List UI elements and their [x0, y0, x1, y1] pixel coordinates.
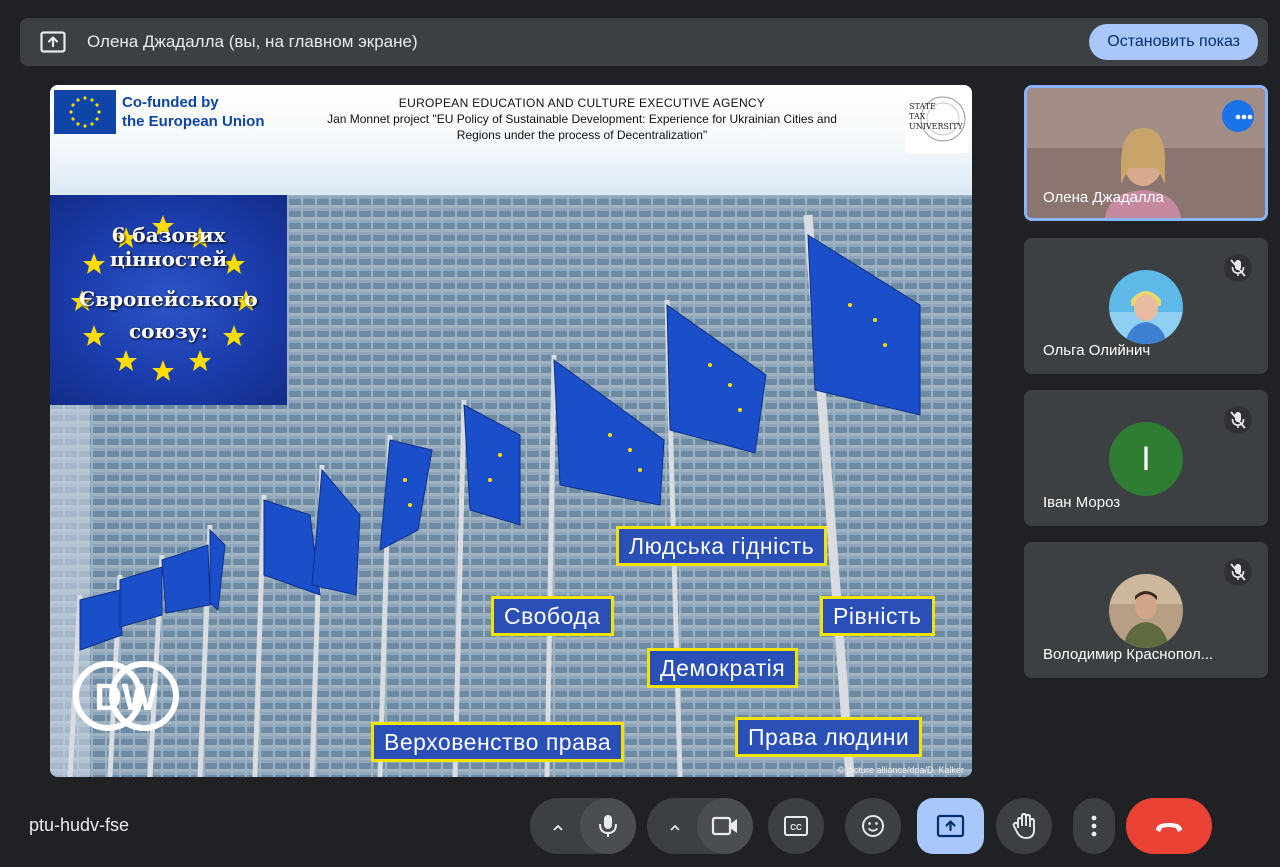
photo-credit: © picture alliance/dpa/D. Kalker	[837, 765, 964, 775]
raise-hand-icon	[1012, 813, 1035, 839]
eu-flag-logo	[54, 90, 116, 134]
values-title-line1: 6 базових цінностей	[109, 223, 228, 271]
present-button[interactable]	[917, 798, 984, 854]
value-dignity: Людська гідність	[616, 526, 828, 566]
more-vert-icon	[1091, 815, 1097, 837]
present-to-all-icon	[936, 814, 965, 838]
avatar	[1109, 574, 1183, 648]
presenting-banner: Олена Джадалла (вы, на главном экране) О…	[20, 18, 1268, 66]
mic-off-icon	[1224, 254, 1252, 282]
participant-more-button[interactable]	[1222, 100, 1254, 132]
call-end-icon	[1156, 823, 1182, 832]
mic-button[interactable]	[580, 798, 636, 854]
participant-tile[interactable]: Володимир Краснопол...	[1024, 542, 1268, 678]
eu-text-line2: the European Union	[122, 113, 265, 130]
chevron-up-icon[interactable]	[665, 818, 685, 838]
captions-button[interactable]: CC	[768, 798, 824, 854]
value-democracy: Демократія	[647, 648, 799, 688]
agency-title: EUROPEAN EDUCATION AND CULTURE EXECUTIVE…	[282, 96, 882, 143]
dw-logo: DW	[73, 661, 179, 731]
meeting-code: ptu-hudv-fse	[29, 815, 130, 835]
eu-values-title-box: 6 базових цінностей Європейського союзу:	[50, 195, 287, 405]
uni-line1: STATE	[909, 102, 936, 111]
mic-icon	[599, 815, 617, 837]
mic-off-icon	[1224, 558, 1252, 586]
mic-off-icon	[1224, 406, 1252, 434]
presenting-label: Олена Джадалла (вы, на главном экране)	[87, 32, 418, 51]
present-to-all-icon	[40, 31, 66, 53]
emoji-icon	[862, 815, 884, 837]
participant-name: Іван Мороз	[1043, 494, 1121, 511]
eu-text-line1: Co-funded by	[122, 94, 219, 111]
participant-name: Олена Джадалла	[1043, 189, 1164, 206]
avatar	[1109, 270, 1183, 344]
university-logo: STATE TAX UNIVERSITY	[905, 89, 969, 153]
chevron-up-icon[interactable]	[548, 818, 568, 838]
shared-screen: Co-funded by the European Union EUROPEAN…	[50, 85, 972, 777]
participant-name: Володимир Краснопол...	[1043, 646, 1214, 663]
uni-line2: TAX	[909, 112, 926, 121]
more-options-button[interactable]	[1073, 798, 1115, 854]
dw-logo-text: DW	[94, 677, 157, 719]
eu-cofunded-text: Co-funded by the European Union	[122, 93, 265, 131]
participant-tile[interactable]: Ольга Олийнич	[1024, 238, 1268, 374]
raise-hand-button[interactable]	[996, 798, 1052, 854]
uni-line3: UNIVERSITY	[909, 122, 964, 131]
agency-line3: Regions under the process of Decentraliz…	[456, 128, 708, 142]
values-title-line2: Європейського	[79, 287, 258, 311]
value-equality: Рівність	[820, 596, 935, 636]
leave-call-button[interactable]	[1126, 798, 1212, 854]
participant-name: Ольга Олийнич	[1043, 342, 1151, 359]
agency-line1: EUROPEAN EDUCATION AND CULTURE EXECUTIVE…	[398, 96, 766, 110]
slide-header: Co-funded by the European Union EUROPEAN…	[50, 85, 972, 195]
stop-presenting-button[interactable]: Остановить показ	[1089, 24, 1258, 60]
svg-text:CC: CC	[790, 823, 802, 832]
value-human-rights: Права людини	[735, 717, 923, 757]
more-horiz-icon	[1235, 114, 1253, 120]
closed-caption-icon: CC	[784, 816, 808, 836]
agency-line2: Jan Monnet project "EU Policy of Sustain…	[327, 112, 837, 126]
avatar-initial: I	[1109, 422, 1183, 496]
participant-tile[interactable]: I Іван Мороз	[1024, 390, 1268, 526]
value-rule-of-law: Верховенство права	[371, 722, 625, 762]
emoji-button[interactable]	[845, 798, 901, 854]
values-title-line3: союзу:	[129, 319, 208, 343]
value-freedom: Свобода	[491, 596, 614, 636]
camera-button[interactable]	[697, 798, 753, 854]
participant-tile-self[interactable]: Олена Джадалла	[1024, 85, 1268, 221]
videocam-icon	[711, 816, 737, 836]
